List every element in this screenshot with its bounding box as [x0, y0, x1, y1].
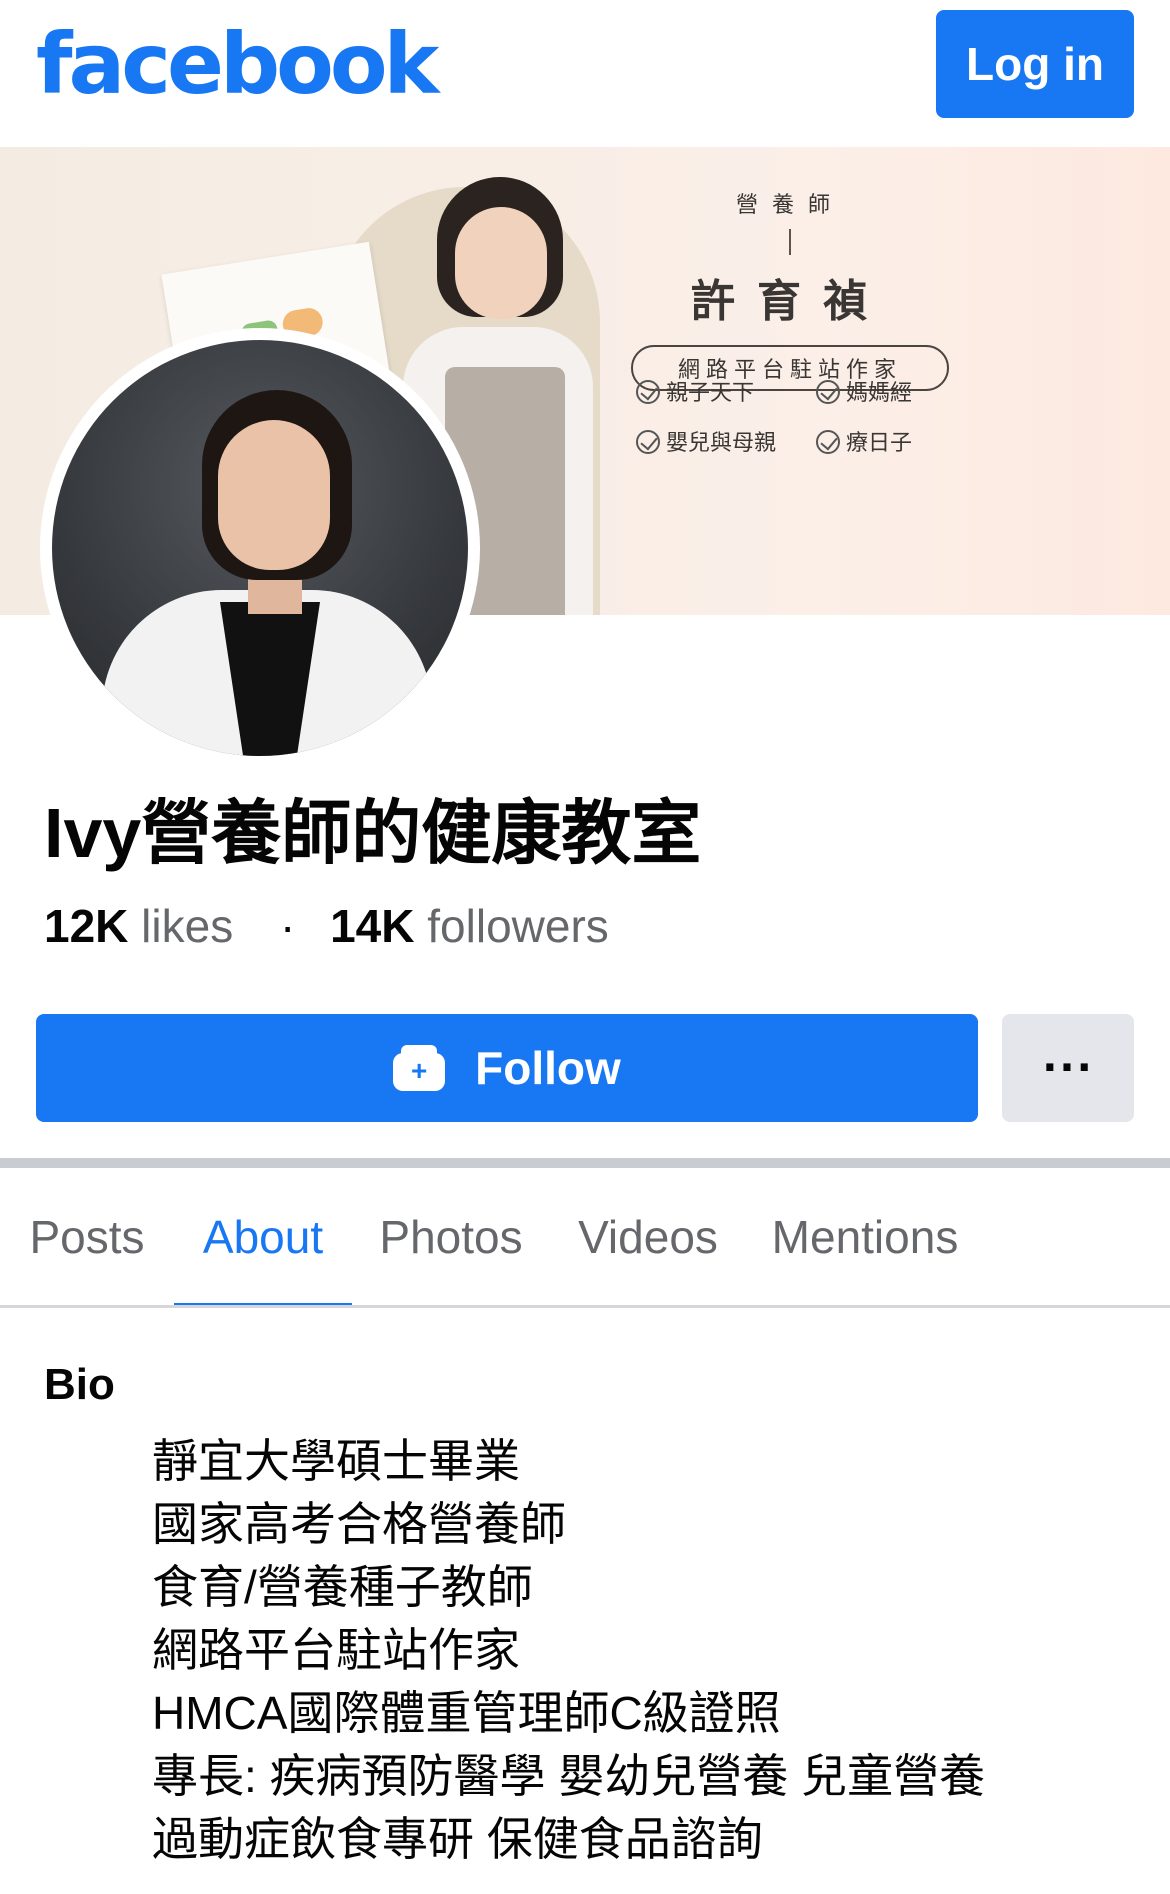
cover-name: 許育禎 [691, 276, 889, 327]
check-circle-icon [636, 380, 660, 404]
cover-check-item: 療日子 [816, 425, 956, 457]
cover-check-list: 親子天下 媽媽經 嬰兒與母親 療日子 [636, 375, 956, 457]
tab-videos[interactable]: Videos [550, 1168, 746, 1306]
bio-line: 國家高考合格營養師 [152, 1498, 566, 1550]
cover-check-item: 親子天下 [636, 375, 816, 407]
more-options-button[interactable]: ··· [1002, 1014, 1134, 1122]
cover-text-block: 營養師 許育禎 網路平台駐站作家 [610, 187, 970, 391]
likes-label[interactable]: likes [141, 900, 233, 952]
bio-line: HMCA國際體重管理師C級證照 [152, 1687, 781, 1739]
bio-line: 專長: 疾病預防醫學 嬰幼兒營養 兒童營養 [152, 1750, 986, 1802]
tab-photos[interactable]: Photos [352, 1168, 550, 1306]
likes-count: 12K [44, 900, 129, 952]
bio-heading: Bio [44, 1360, 115, 1409]
tab-posts[interactable]: Posts [0, 1168, 174, 1306]
top-bar: facebook Log in [0, 0, 1170, 147]
bio-line: 食育/營養種子教師 [152, 1561, 533, 1613]
follow-icon: + [393, 1045, 446, 1091]
check-circle-icon [816, 430, 840, 454]
stats-separator: · [279, 900, 296, 952]
follow-button-label: Follow [475, 1042, 621, 1094]
check-circle-icon [816, 380, 840, 404]
facebook-logo[interactable]: facebook [36, 14, 439, 114]
cover-role: 營養師 [735, 193, 844, 218]
bio-line: 靜宜大學碩士畢業 [152, 1435, 520, 1487]
avatar-photo [52, 340, 468, 756]
cover-check-item: 嬰兒與母親 [636, 425, 816, 457]
page-stats: 12K likes · 14K followers [44, 896, 609, 956]
tabs-bottom-border [0, 1305, 1170, 1308]
cover-check-item: 媽媽經 [816, 375, 956, 407]
bio-line: 網路平台駐站作家 [152, 1624, 520, 1676]
followers-count: 14K [330, 900, 415, 952]
followers-label[interactable]: followers [427, 900, 609, 952]
login-button[interactable]: Log in [936, 10, 1134, 118]
page-title: Ivy營養師的健康教室 [44, 794, 702, 872]
tab-mentions[interactable]: Mentions [746, 1168, 984, 1306]
follow-button[interactable]: + Follow [36, 1014, 978, 1122]
cover-divider [789, 229, 791, 255]
tab-about[interactable]: About [174, 1168, 352, 1308]
bio-line: 過動症飲食專研 保健食品諮詢 [152, 1813, 763, 1865]
profile-tabs: Posts About Photos Videos Mentions [0, 1168, 1170, 1308]
section-divider [0, 1158, 1170, 1168]
profile-avatar[interactable] [40, 328, 480, 768]
bio-text: 靜宜大學碩士畢業 國家高考合格營養師 食育/營養種子教師 網路平台駐站作家 HM… [152, 1430, 985, 1871]
check-circle-icon [636, 430, 660, 454]
